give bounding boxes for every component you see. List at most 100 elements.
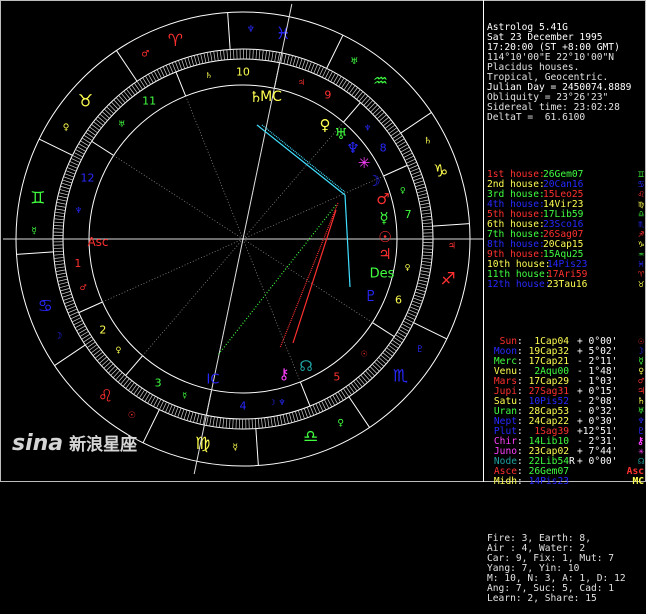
degree-tick <box>405 156 414 160</box>
degree-tick <box>74 152 83 157</box>
planet-position: 14Pis23 <box>525 477 569 487</box>
degree-tick <box>278 53 280 63</box>
degree-tick <box>172 63 176 72</box>
degree-tick <box>62 294 72 297</box>
summary-line: Yang: 7, Yin: 10 <box>487 564 644 574</box>
degree-tick <box>165 403 169 412</box>
degree-tick <box>188 57 191 67</box>
degree-tick <box>258 418 259 428</box>
sign-ruler-icon: ♀ <box>337 419 344 429</box>
degree-tick <box>410 168 419 172</box>
degree-tick <box>185 58 188 68</box>
degree-tick <box>409 165 418 169</box>
summary-line: Air : 4, Water: 2 <box>487 544 644 554</box>
sina-logo: sina 新浪星座 <box>12 430 137 456</box>
retrograde-flag <box>569 397 577 407</box>
degree-tick <box>233 419 234 429</box>
degree-tick <box>293 56 296 66</box>
degree-tick <box>68 309 77 313</box>
degree-tick <box>60 186 70 189</box>
planet-position-table: Sun:1Cap04+ 0°00'☉Moon:19Cap32+ 5°02'☽Me… <box>487 337 644 487</box>
house-number: 2 <box>99 323 106 336</box>
house-number: 11 <box>142 94 156 107</box>
degree-tick <box>287 55 289 65</box>
house-cusp-dotted-line <box>114 155 243 239</box>
degree-tick <box>60 189 70 192</box>
sign-glyph-icon: ♏ <box>597 220 644 230</box>
sign-glyph-icon: ♋ <box>597 180 644 190</box>
degree-tick <box>422 216 432 217</box>
info-panel: Astrolog 5.41GSat 23 December 199517:20:… <box>487 3 644 614</box>
degree-tick <box>68 164 77 168</box>
degree-tick <box>55 209 65 211</box>
degree-tick <box>271 417 273 427</box>
house-cusp-line <box>126 356 143 376</box>
degree-tick <box>55 212 65 213</box>
degree-tick <box>60 288 70 291</box>
house-ruler-icon: ♅ <box>118 120 125 129</box>
house-cusp-dotted-line <box>102 239 243 302</box>
degree-tick <box>412 301 421 304</box>
degree-tick <box>72 318 81 322</box>
house-number: 10 <box>236 66 250 79</box>
degree-tick <box>280 415 282 425</box>
degree-tick <box>422 255 432 256</box>
degree-tick <box>65 303 74 307</box>
degree-tick <box>405 318 414 322</box>
degree-tick <box>324 400 329 409</box>
planet-moon-icon: ☽ <box>367 172 380 190</box>
house-cusp-line <box>176 72 186 96</box>
zodiac-sign-icon: ♌ <box>98 386 113 406</box>
degree-tick <box>74 320 83 325</box>
degree-tick <box>292 412 295 422</box>
house-number: 12 <box>80 172 94 185</box>
degree-tick <box>319 67 323 76</box>
degree-tick <box>220 50 221 60</box>
degree-tick <box>53 251 63 252</box>
house-cusp-line <box>343 103 360 123</box>
zodiac-sign-icon: ♎ <box>303 427 318 447</box>
degree-tick <box>193 413 196 423</box>
degree-tick <box>163 67 167 76</box>
aspect-line <box>218 205 336 355</box>
sign-ruler-icon: ☉ <box>128 411 136 421</box>
degree-tick <box>190 412 193 422</box>
zodiac-sign-icon: ♐ <box>440 269 455 289</box>
planet-name: Midh <box>487 477 517 487</box>
sign-ruler-icon: ☿ <box>233 443 239 453</box>
descendant-label: Des <box>370 267 395 282</box>
summary-line: Ang: 7, Suc: 5, Cad: 1 <box>487 584 644 594</box>
degree-tick <box>422 220 432 221</box>
degree-tick <box>206 416 208 426</box>
planet-jupi-icon: ♃ <box>378 245 391 263</box>
planet-plut-icon: ♇ <box>364 287 377 305</box>
sign-boundary <box>401 112 432 133</box>
house-ruler-icon: ♂ <box>80 283 87 292</box>
degree-tick <box>423 249 433 250</box>
degree-tick <box>414 181 424 184</box>
retrograde-flag <box>569 357 577 367</box>
degree-tick <box>404 153 413 158</box>
degree-tick <box>210 52 212 62</box>
degree-tick <box>317 66 321 75</box>
sign-ruler-icon: ☿ <box>31 226 37 236</box>
degree-tick <box>265 418 266 428</box>
degree-tick <box>422 261 432 262</box>
retrograde-flag <box>569 427 577 437</box>
degree-tick <box>272 51 274 61</box>
ascendant-label: Asc <box>87 235 108 249</box>
house-number: 4 <box>240 400 247 413</box>
degree-tick <box>417 286 427 289</box>
degree-tick <box>304 408 307 417</box>
house-cusp-line <box>92 141 114 155</box>
degree-tick <box>53 248 63 249</box>
aspect-line <box>257 125 345 195</box>
degree-tick <box>252 419 253 429</box>
house-ruler-icon: ♆ <box>75 206 82 215</box>
degree-tick <box>259 50 260 60</box>
degree-tick <box>410 307 419 311</box>
degree-tick <box>253 49 254 59</box>
aspect-line <box>293 210 336 343</box>
degree-tick <box>403 321 412 326</box>
degree-tick <box>305 61 308 70</box>
